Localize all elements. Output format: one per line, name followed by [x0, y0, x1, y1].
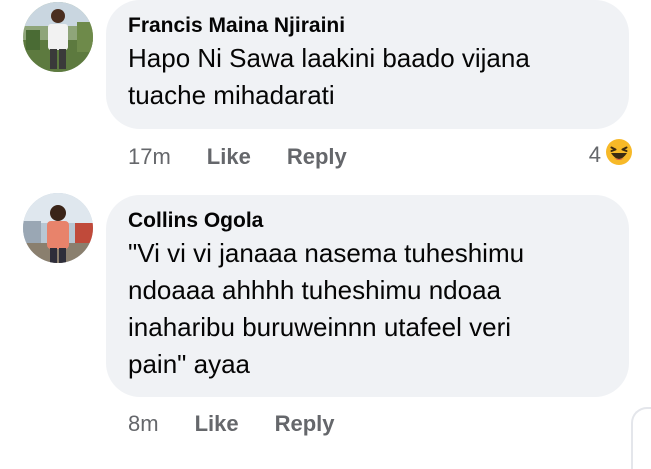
- reaction-count: 4: [589, 142, 601, 168]
- like-button[interactable]: Like: [207, 144, 251, 170]
- avatar-photo-icon: [23, 2, 93, 72]
- comment-text: "Vi vi vi janaaa nasema tuheshimu ndoaaa…: [128, 235, 607, 383]
- reply-button[interactable]: Reply: [287, 144, 347, 170]
- avatar[interactable]: [23, 193, 93, 263]
- comment-text: Hapo Ni Sawa laakini baado vijana tuache…: [128, 40, 607, 114]
- comment-timestamp[interactable]: 8m: [128, 411, 159, 437]
- comment-actions: 8m Like Reply: [128, 407, 371, 441]
- overlay-edge: [631, 407, 651, 469]
- comment-author[interactable]: Francis Maina Njiraini: [128, 12, 607, 40]
- comment-actions: 17m Like Reply: [128, 140, 383, 174]
- comment-bubble: Francis Maina Njiraini Hapo Ni Sawa laak…: [106, 0, 629, 129]
- comment-author[interactable]: Collins Ogola: [128, 207, 607, 235]
- comment-bubble: Collins Ogola "Vi vi vi janaaa nasema tu…: [106, 195, 629, 397]
- like-button[interactable]: Like: [195, 411, 239, 437]
- reply-button[interactable]: Reply: [275, 411, 335, 437]
- haha-emoji-icon: [605, 138, 633, 172]
- reaction-summary[interactable]: 4: [589, 138, 633, 172]
- comment-timestamp[interactable]: 17m: [128, 144, 171, 170]
- avatar[interactable]: [23, 2, 93, 72]
- avatar-photo-icon: [23, 193, 93, 263]
